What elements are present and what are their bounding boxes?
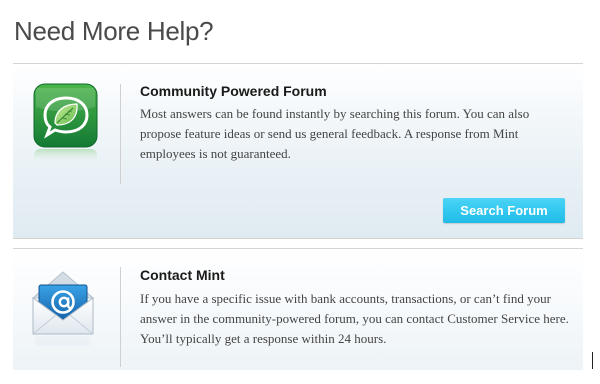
search-forum-button[interactable]: Search Forum xyxy=(443,198,565,223)
forum-card: Community Powered Forum Most answers can… xyxy=(13,63,583,239)
contact-card-title: Contact Mint xyxy=(140,267,225,283)
forum-card-divider xyxy=(120,84,121,184)
contact-card-description: If you have a specific issue with bank a… xyxy=(140,291,569,346)
text-cursor xyxy=(592,352,593,369)
contact-card: Contact Mint If you have a specific issu… xyxy=(13,248,583,370)
contact-card-divider xyxy=(120,267,121,367)
page-title: Need More Help? xyxy=(14,16,214,46)
forum-card-title: Community Powered Forum xyxy=(140,83,327,99)
forum-card-description: Most answers can be found instantly by s… xyxy=(140,106,530,161)
forum-leaf-chat-icon xyxy=(33,83,98,164)
email-envelope-icon xyxy=(31,271,95,346)
